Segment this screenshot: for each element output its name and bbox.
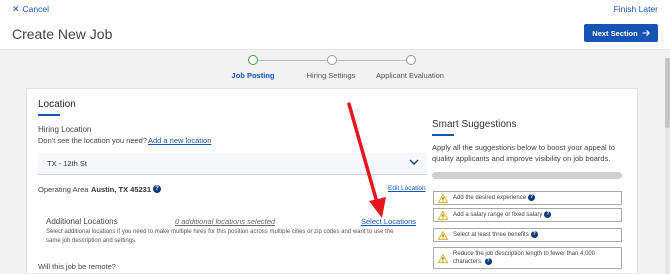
smart-suggestions-underline: [432, 134, 454, 136]
help-icon[interactable]: ?: [484, 257, 492, 265]
next-section-label: Next Section: [592, 28, 638, 38]
suggestions-progress-bar: [432, 172, 622, 179]
step-job-posting[interactable]: Job Posting: [232, 71, 275, 80]
step-applicant-evaluation[interactable]: Applicant Evaluation: [376, 71, 444, 80]
location-help-text: Don't see the location you need?: [38, 136, 148, 145]
close-icon: ✕: [12, 4, 20, 14]
step-1-indicator[interactable]: [248, 55, 258, 65]
warning-icon: [438, 230, 448, 240]
suggestion-text: Add a salary range or fixed salary?: [453, 210, 552, 219]
suggestion-label: Add the desired experience: [453, 195, 527, 202]
smart-suggestions-description: Apply all the suggestions below to boost…: [432, 143, 616, 163]
warning-icon: [438, 253, 448, 263]
warning-icon: [438, 193, 448, 203]
step-hiring-settings[interactable]: Hiring Settings: [307, 71, 356, 80]
cancel-label: Cancel: [22, 4, 50, 14]
section-title-underline: [38, 114, 60, 116]
scrollbar-thumb[interactable]: [665, 58, 670, 128]
arrow-right-icon: [642, 29, 650, 37]
add-new-location-link[interactable]: Add a new location: [148, 136, 211, 145]
step-3-indicator[interactable]: [406, 55, 416, 65]
suggestion-label: Reduce the job description length to few…: [453, 250, 596, 266]
select-locations-link[interactable]: Select Locations: [361, 217, 416, 226]
location-card: Location Hiring Location Don't see the l…: [26, 88, 638, 274]
suggestion-text: Reduce the job description length to few…: [453, 250, 617, 266]
help-icon[interactable]: ?: [530, 230, 538, 238]
suggestion-text: Add the desired experience?: [453, 193, 536, 202]
chevron-down-icon: [409, 159, 419, 165]
help-icon[interactable]: ?: [544, 210, 552, 218]
help-icon[interactable]: ?: [153, 185, 161, 193]
smart-suggestions-title: Smart Suggestions: [432, 119, 517, 130]
page-title: Create New Job: [12, 26, 113, 42]
next-section-button[interactable]: Next Section: [584, 24, 658, 42]
finish-later-button[interactable]: Finish Later: [614, 4, 658, 14]
edit-location-link[interactable]: Edit Location: [388, 185, 426, 192]
additional-locations-title: Additional Locations: [46, 217, 118, 226]
warning-icon: [438, 210, 448, 220]
suggestion-item[interactable]: Select at least three benefits?: [433, 228, 622, 242]
hiring-location-select[interactable]: TX - 12th St: [38, 153, 427, 175]
hiring-location-label: Hiring Location: [38, 125, 92, 134]
step-connector: [258, 60, 327, 61]
step-2-indicator[interactable]: [327, 55, 337, 65]
suggestion-item[interactable]: Add a salary range or fixed salary?: [433, 208, 622, 222]
additional-locations-desc-line-1: Select additional locations if you need …: [46, 229, 394, 235]
operating-area-label: Operating Area: [38, 185, 89, 194]
suggestion-label: Add a salary range or fixed salary: [453, 212, 543, 219]
step-connector: [337, 60, 406, 61]
suggestion-item[interactable]: Add the desired experience?: [433, 191, 622, 205]
suggestion-label: Select at least three benefits: [453, 232, 529, 239]
remote-question: Will this job be remote?: [38, 262, 116, 271]
progress-stepper: Job Posting Hiring Settings Applicant Ev…: [0, 50, 670, 86]
suggestion-text: Select at least three benefits?: [453, 230, 538, 239]
additional-locations-count: 0 additional locations selected: [175, 217, 276, 226]
location-section-title: Location: [38, 99, 76, 110]
operating-area-value: Austin, TX 45231: [91, 185, 152, 194]
help-icon[interactable]: ?: [528, 193, 536, 201]
selected-location-value: TX - 12th St: [47, 159, 88, 168]
top-bar: ✕ Cancel Finish Later: [0, 0, 670, 19]
page-scrollbar[interactable]: [665, 58, 670, 274]
additional-locations-desc-line-2: same job description and settings.: [46, 238, 137, 244]
cancel-button[interactable]: ✕ Cancel: [12, 4, 49, 15]
page-header: Create New Job Next Section: [0, 19, 670, 50]
suggestion-item[interactable]: Reduce the job description length to few…: [433, 247, 622, 269]
